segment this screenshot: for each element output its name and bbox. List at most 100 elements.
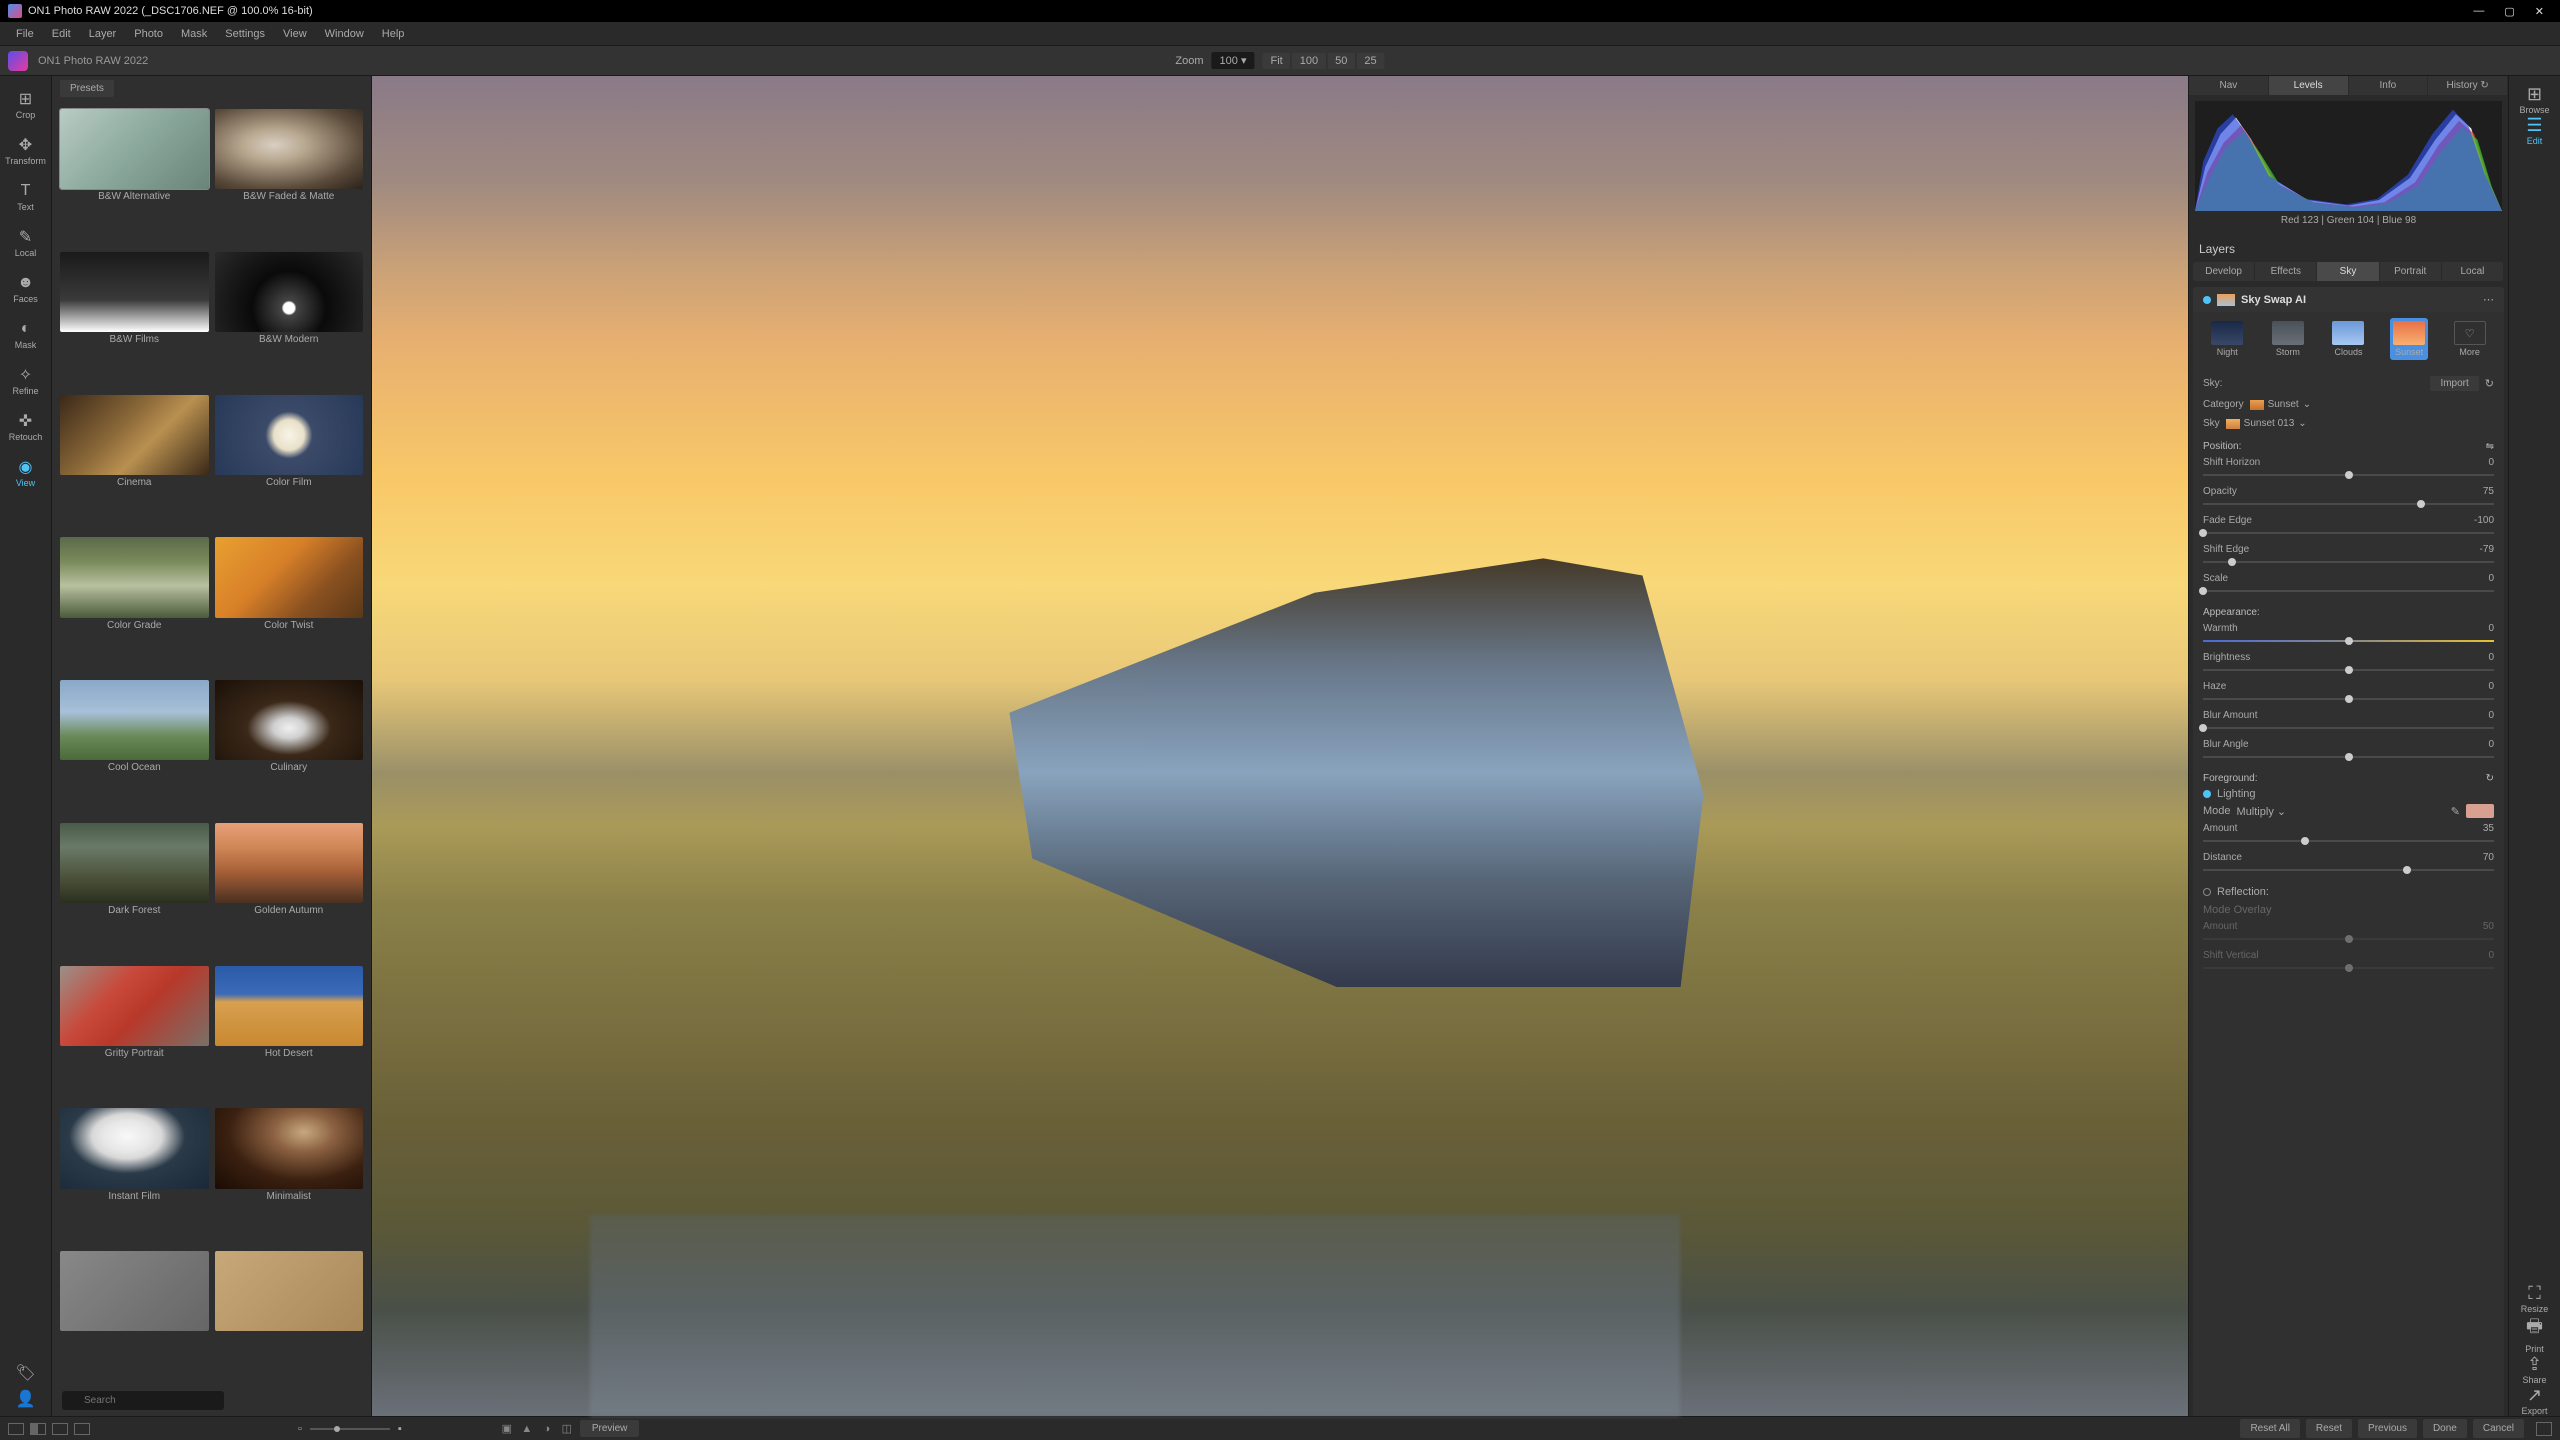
slider-value[interactable]: 0 [2488,457,2494,468]
tool-transform[interactable]: ✥Transform [4,130,48,172]
view-grid-icon[interactable] [74,1423,90,1435]
slider-track[interactable] [2203,840,2494,842]
zoom-25[interactable]: 25 [1355,53,1384,69]
slider-value[interactable]: -100 [2474,515,2494,526]
zoom-value[interactable]: 100 ▾ [1212,52,1255,69]
slider-value[interactable]: 35 [2483,823,2494,834]
rtool-share[interactable]: ⇪Share [2521,1354,2549,1385]
lighting-toggle[interactable] [2203,790,2211,798]
preset-item[interactable]: Hot Desert [215,966,364,1103]
preset-item[interactable]: Color Twist [215,537,364,674]
preset-item[interactable]: Cool Ocean [60,680,209,817]
foreground-color-swatch[interactable] [2466,804,2494,818]
tool-refine[interactable]: ✧Refine [4,360,48,402]
zoom-50[interactable]: 50 [1326,53,1355,69]
preset-item[interactable]: B&W Films [60,252,209,389]
tool-mask[interactable]: ◐Mask [4,314,48,356]
slider-track[interactable] [2203,474,2494,476]
slider-track[interactable] [2203,503,2494,505]
slider-value[interactable]: 0 [2488,652,2494,663]
menu-settings[interactable]: Settings [217,24,273,44]
preset-item[interactable]: B&W Faded & Matte [215,109,364,246]
sky-preset-clouds[interactable]: Clouds [2329,318,2367,360]
tool-local[interactable]: ✎Local [4,222,48,264]
slider-track[interactable] [2203,756,2494,758]
slider-handle[interactable] [2228,558,2236,566]
view-split-icon[interactable] [30,1423,46,1435]
slider-track[interactable] [2203,698,2494,700]
sync-icon[interactable]: 🏷 [17,1364,35,1382]
rtool-edit[interactable]: ☰Edit [2519,115,2549,146]
sky-preset-storm[interactable]: Storm [2269,318,2307,360]
cancel-button[interactable]: Cancel [2473,1419,2524,1438]
warning-icon[interactable]: ▲ [520,1422,534,1436]
preset-item[interactable]: Culinary [215,680,364,817]
slider-value[interactable]: 0 [2488,573,2494,584]
module-local[interactable]: Local [2442,262,2504,281]
slider-value[interactable]: -79 [2480,544,2494,555]
slider-value[interactable]: 50 [2483,921,2494,932]
reflection-toggle[interactable] [2203,888,2211,896]
eyedropper-icon[interactable]: ✎ [2451,805,2460,818]
slider-track[interactable] [2203,869,2494,871]
fg-mode-dropdown[interactable]: Multiply ⌄ [2237,805,2287,818]
rtool-print[interactable]: 🖶Print [2521,1314,2549,1354]
slider-handle[interactable] [2345,471,2353,479]
view-single-icon[interactable] [8,1423,24,1435]
slider-handle[interactable] [2199,724,2207,732]
module-develop[interactable]: Develop [2193,262,2255,281]
module-effects[interactable]: Effects [2255,262,2317,281]
tool-crop[interactable]: ⊞Crop [4,84,48,126]
tab-levels[interactable]: Levels [2269,76,2349,95]
slider-track[interactable] [2203,640,2494,642]
menu-layer[interactable]: Layer [81,24,125,44]
preset-item[interactable]: Instant Film [60,1108,209,1245]
refresh-icon[interactable]: ↻ [2485,377,2494,390]
slider-value[interactable]: 0 [2488,681,2494,692]
rtool-browse[interactable]: ⊞Browse [2519,84,2549,115]
close-icon[interactable]: ✕ [2535,5,2544,18]
slider-value[interactable]: 0 [2488,739,2494,750]
preset-item[interactable]: Color Grade [60,537,209,674]
maximize-icon[interactable]: ▢ [2504,5,2514,18]
zoom-fit[interactable]: Fit [1262,53,1290,69]
category-dropdown[interactable]: Sunset ⌄ [2250,399,2312,410]
preset-item[interactable]: Cinema [60,395,209,532]
menu-edit[interactable]: Edit [44,24,79,44]
module-portrait[interactable]: Portrait [2380,262,2442,281]
slider-track[interactable] [2203,532,2494,534]
sky-dropdown[interactable]: Sunset 013 ⌄ [2226,418,2307,429]
slider-track[interactable] [2203,669,2494,671]
slider-handle[interactable] [2403,866,2411,874]
slider-value[interactable]: 70 [2483,852,2494,863]
module-sky[interactable]: Sky [2317,262,2379,281]
sky-enable-toggle[interactable] [2203,296,2211,304]
menu-mask[interactable]: Mask [173,24,215,44]
slider-handle[interactable] [2345,753,2353,761]
tab-info[interactable]: Info [2349,76,2429,95]
histogram[interactable] [2195,101,2502,211]
preset-item[interactable]: Gritty Portrait [60,966,209,1103]
preset-item[interactable] [60,1251,209,1377]
preset-item[interactable] [215,1251,364,1377]
slider-handle[interactable] [2301,837,2309,845]
tool-text[interactable]: TText [4,176,48,218]
flip-icon[interactable]: ⇋ [2486,441,2494,452]
slider-track[interactable] [2203,590,2494,592]
reset-foreground-icon[interactable]: ↻ [2486,773,2494,784]
slider-value[interactable]: 0 [2488,710,2494,721]
previous-button[interactable]: Previous [2358,1419,2417,1438]
menu-photo[interactable]: Photo [126,24,171,44]
tool-faces[interactable]: ☻Faces [4,268,48,310]
slider-value[interactable]: 75 [2483,486,2494,497]
slider-track[interactable] [2203,938,2494,940]
sky-preset-sunset[interactable]: Sunset [2390,318,2428,360]
presets-tab[interactable]: Presets [60,80,114,97]
compare-icon[interactable]: ◫ [560,1422,574,1436]
mask-view-icon[interactable]: ◑ [540,1422,554,1436]
menu-help[interactable]: Help [374,24,413,44]
preset-item[interactable]: Golden Autumn [215,823,364,960]
slider-value[interactable]: 0 [2488,623,2494,634]
reset-button[interactable]: Reset [2306,1419,2352,1438]
slider-handle[interactable] [2345,935,2353,943]
